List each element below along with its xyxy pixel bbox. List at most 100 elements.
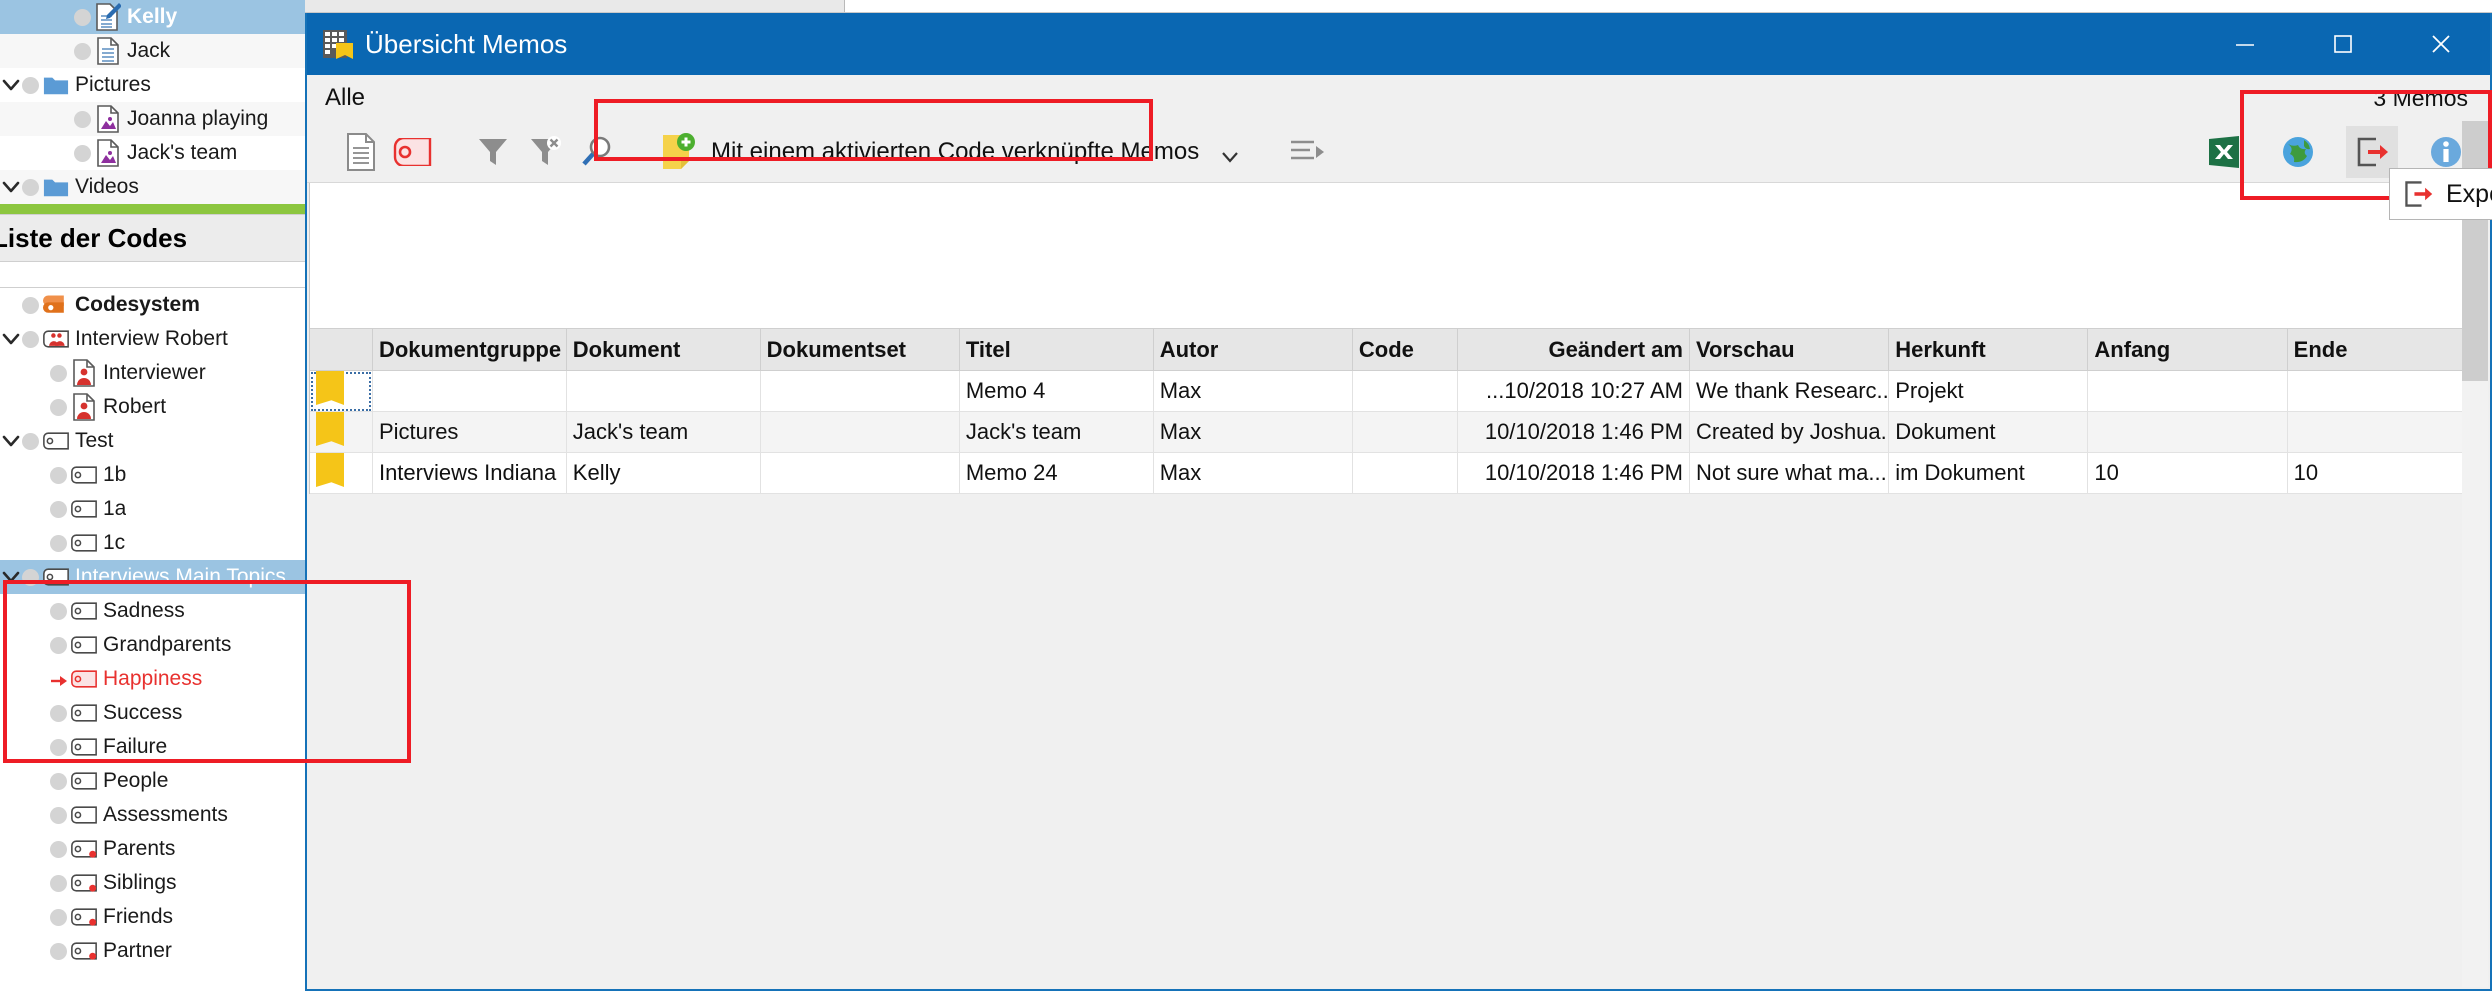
document-tree[interactable]: Kelly Jack Pictures Joanna playing Jack's te… — [0, 0, 305, 204]
table-cell-dokument[interactable] — [566, 370, 761, 412]
minimize-button[interactable] — [2196, 13, 2294, 75]
memo-filter-dropdown[interactable]: Mit einem aktivierten Code verknüpfte Me… — [651, 124, 1253, 180]
activation-dot[interactable] — [22, 330, 39, 348]
chevron-down-icon[interactable] — [0, 566, 22, 588]
memo-table-wrapper[interactable]: Dokumentgruppe Dokument Dokumentset Titel Au… — [309, 328, 2488, 494]
code-tree-item[interactable]: Sadness — [0, 594, 305, 628]
code-tree-item[interactable]: Interview Robert — [0, 322, 305, 356]
table-column-header[interactable]: Dokument — [566, 328, 761, 371]
code-tree-item[interactable]: Codesystem — [0, 288, 305, 322]
code-tree-item[interactable]: Siblings — [0, 866, 305, 900]
table-column-header[interactable]: Dokumentgruppe — [372, 328, 567, 371]
code-tree-item[interactable]: Failure — [0, 730, 305, 764]
memo-flag-icon[interactable] — [310, 411, 373, 453]
activation-dot[interactable] — [74, 42, 91, 60]
table-column-header[interactable]: Code — [1352, 328, 1459, 371]
table-column-header[interactable] — [310, 328, 373, 371]
table-cell-geaendert_am[interactable]: ...10/2018 10:27 AM — [1457, 370, 1690, 412]
table-cell-anfang[interactable] — [2087, 411, 2288, 453]
table-column-header[interactable]: Geändert am — [1457, 328, 1690, 371]
table-cell-autor[interactable]: Max — [1153, 411, 1353, 453]
code-tree-item[interactable]: Interviewer — [0, 356, 305, 390]
vertical-scrollbar[interactable] — [2462, 121, 2488, 987]
excel-export-icon[interactable] — [2198, 126, 2250, 178]
table-cell-code[interactable] — [1352, 452, 1459, 494]
sidebar[interactable]: Kelly Jack Pictures Joanna playing Jack's te… — [0, 0, 305, 991]
code-tree-item[interactable]: Partner — [0, 934, 305, 968]
table-column-header[interactable]: Titel — [959, 328, 1154, 371]
table-cell-dokumentset[interactable] — [760, 452, 960, 494]
code-tree-item[interactable]: Friends — [0, 900, 305, 934]
table-column-header[interactable]: Ende — [2287, 328, 2488, 371]
activation-dot[interactable] — [50, 534, 67, 552]
table-column-header[interactable]: Autor — [1153, 328, 1353, 371]
code-tree-item[interactable]: Happiness — [0, 662, 305, 696]
table-column-header[interactable]: Dokumentset — [760, 328, 960, 371]
code-memo-icon[interactable] — [387, 126, 439, 178]
table-cell-dokument[interactable]: Jack's team — [566, 411, 761, 453]
table-cell-titel[interactable]: Memo 24 — [959, 452, 1154, 494]
memo-table[interactable]: Dokumentgruppe Dokument Dokumentset Titel Au… — [310, 328, 2488, 494]
code-tree-item[interactable]: 1a — [0, 492, 305, 526]
activation-dot[interactable] — [50, 806, 67, 824]
table-cell-vorschau[interactable]: We thank Researc... — [1689, 370, 1890, 412]
new-memo-icon[interactable] — [335, 126, 387, 178]
chevron-down-icon[interactable] — [0, 74, 22, 96]
chevron-down-icon[interactable] — [0, 430, 22, 452]
chevron-down-icon[interactable] — [1221, 150, 1239, 167]
table-cell-anfang[interactable] — [2087, 370, 2288, 412]
filter-clear-icon[interactable] — [519, 126, 571, 178]
chevron-down-icon[interactable] — [0, 176, 22, 198]
table-cell-vorschau[interactable]: Not sure what ma... — [1689, 452, 1890, 494]
tab-row[interactable]: Alle 3 Memos — [307, 75, 2490, 121]
close-button[interactable] — [2392, 13, 2490, 75]
table-cell-geaendert_am[interactable]: 10/10/2018 1:46 PM — [1457, 452, 1690, 494]
activation-dot[interactable] — [22, 296, 39, 314]
maximize-button[interactable] — [2294, 13, 2392, 75]
code-tree-item[interactable]: Parents — [0, 832, 305, 866]
code-tree-item[interactable]: People — [0, 764, 305, 798]
table-cell-anfang[interactable]: 10 — [2087, 452, 2288, 494]
activation-dot[interactable] — [22, 178, 39, 196]
table-cell-ende[interactable] — [2287, 370, 2488, 412]
tab-alle[interactable]: Alle — [325, 84, 365, 112]
memo-flag-icon[interactable] — [310, 452, 373, 494]
table-cell-ende[interactable]: 10 — [2287, 452, 2488, 494]
table-cell-code[interactable] — [1352, 411, 1459, 453]
table-row[interactable]: Memo 4 Max ...10/2018 10:27 AM We thank Res… — [310, 370, 2488, 412]
filter-icon[interactable] — [467, 126, 519, 178]
table-cell-geaendert_am[interactable]: 10/10/2018 1:46 PM — [1457, 411, 1690, 453]
activation-dot[interactable] — [74, 8, 91, 26]
table-cell-dokumentgruppe[interactable] — [372, 370, 567, 412]
table-cell-dokumentset[interactable] — [760, 370, 960, 412]
activation-dot[interactable] — [22, 432, 39, 450]
code-tree-item[interactable]: 1b — [0, 458, 305, 492]
activation-dot[interactable] — [22, 76, 39, 94]
table-cell-dokumentset[interactable] — [760, 411, 960, 453]
code-tree-item[interactable]: Success — [0, 696, 305, 730]
code-tree-item[interactable]: Test — [0, 424, 305, 458]
activation-dot[interactable] — [50, 398, 67, 416]
activation-dot[interactable] — [74, 110, 91, 128]
activation-dot[interactable] — [22, 568, 39, 586]
document-tree-item[interactable]: Kelly — [0, 0, 305, 34]
table-cell-ende[interactable] — [2287, 411, 2488, 453]
activation-dot[interactable] — [50, 942, 67, 960]
activation-dot[interactable] — [50, 636, 67, 654]
activation-dot[interactable] — [50, 500, 67, 518]
code-tree-item[interactable]: Interviews Main Topics — [0, 560, 305, 594]
activation-dot[interactable] — [50, 466, 67, 484]
table-row[interactable]: Pictures Jack's team Jack's team Max 10/10/2… — [310, 411, 2488, 453]
activation-dot[interactable] — [50, 772, 67, 790]
code-tree-item[interactable]: Assessments — [0, 798, 305, 832]
code-tree[interactable]: Codesystem Interview Robert Interviewer Rob… — [0, 288, 305, 968]
memo-toolbar[interactable]: Mit einem aktivierten Code verknüpfte Me… — [307, 121, 2490, 183]
chevron-down-icon[interactable] — [0, 328, 22, 350]
code-tree-item[interactable]: 1c — [0, 526, 305, 560]
html-export-icon[interactable] — [2272, 126, 2324, 178]
activation-dot[interactable] — [50, 602, 67, 620]
table-cell-autor[interactable]: Max — [1153, 370, 1353, 412]
table-cell-titel[interactable]: Jack's team — [959, 411, 1154, 453]
table-cell-herkunft[interactable]: Dokument — [1888, 411, 2089, 453]
activation-dot[interactable] — [50, 874, 67, 892]
